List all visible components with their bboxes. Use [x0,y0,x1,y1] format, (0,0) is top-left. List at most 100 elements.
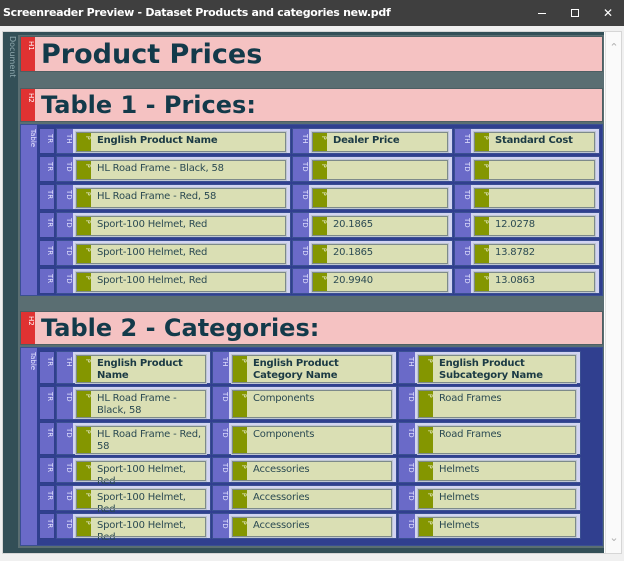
paragraph-node[interactable]: P HL Road Frame - Red, 58 [75,187,287,209]
paragraph-node[interactable]: P 13.8782 [473,243,596,265]
paragraph-node[interactable]: P 20.1865 [311,215,449,237]
tr-tag: TR [39,240,55,266]
tr-tag: TR [39,457,55,483]
th-tag: TH [399,352,415,383]
td-tag: TD [57,458,73,482]
table-header-cell: TH P English Product Name [56,128,291,154]
scroll-down-icon[interactable]: ⌄ [608,532,620,544]
paragraph-node[interactable]: P English Product Name [75,131,287,153]
cell-text: Helmets [439,464,480,475]
td-tag: TD [399,514,415,538]
paragraph-node[interactable]: P 12.0278 [473,215,596,237]
p-tag: P [313,161,327,179]
table-cell: TD P Accessories [212,513,397,539]
h1-tag: H1 [21,37,35,71]
td-tag: TD [57,213,73,237]
paragraph-node[interactable]: P Road Frames [417,425,577,455]
paragraph-node[interactable]: P Sport-100 Helmet, Red [75,271,287,293]
cell-text: HL Road Frame - Black, 58 [97,393,177,416]
p-tag: P [233,490,247,508]
cell-text: Helmets [439,492,480,503]
paragraph-node[interactable]: P [311,159,449,181]
cell-text: Helmets [439,520,480,531]
td-tag: TD [293,269,309,293]
table-row: TR TD P Sport-100 Helmet, Red TD P 20.1865 TD P 1… [39,239,600,267]
paragraph-node[interactable]: P HL Road Frame - Black, 58 [75,389,207,419]
paragraph-node[interactable]: P Components [231,389,393,419]
paragraph-node[interactable]: P English Product Subcategory Name [417,354,577,384]
close-button[interactable]: ✕ [590,0,624,26]
cell-text [493,161,594,165]
paragraph-node[interactable]: P [311,187,449,209]
td-tag: TD [293,213,309,237]
cell-text: 13.8782 [495,247,535,258]
p-tag: P [77,356,91,382]
paragraph-node[interactable]: P Road Frames [417,389,577,419]
cell-text [331,189,447,193]
page-title: Product Prices [41,39,263,70]
td-tag: TD [293,185,309,209]
document-node: Document H1 Product Prices H2 Table 1 - … [3,32,604,553]
paragraph-node[interactable]: P Standard Cost [473,131,596,153]
paragraph-node[interactable]: P Dealer Price [311,131,449,153]
td-tag: TD [213,514,229,538]
td-tag: TD [57,514,73,538]
td-tag: TD [213,458,229,482]
table-cell: TD P Helmets [398,485,581,511]
p-tag: P [77,161,91,179]
table-cell: TD P Helmets [398,513,581,539]
table1-heading: Table 1 - Prices: [41,91,256,119]
p-tag: P [419,391,433,417]
paragraph-node[interactable]: P Sport-100 Helmet, Red [75,215,287,237]
vertical-scrollbar[interactable]: ⌃ ⌄ [605,32,621,553]
table-cell: TD P [454,156,600,182]
table-cell: TD P Sport-100 Helmet, Red [56,240,291,266]
paragraph-node[interactable]: P 13.0863 [473,271,596,293]
cell-text: 13.0863 [495,275,535,286]
paragraph-node[interactable]: P Accessories [231,460,393,482]
cell-text: Components [253,393,315,404]
cell-text [331,161,447,165]
close-icon: ✕ [602,6,614,20]
column-header-text: Standard Cost [495,135,573,146]
paragraph-node[interactable]: P Helmets [417,488,577,510]
paragraph-node[interactable]: P English Product Category Name [231,354,393,384]
paragraph-node[interactable]: P Sport-100 Helmet, Red [75,243,287,265]
table-cell: TD P Road Frames [398,422,581,455]
table-cell: TD P 20.9940 [292,268,453,294]
p-tag: P [475,161,489,179]
table-cell: TD P 20.1865 [292,240,453,266]
paragraph-node[interactable]: P Components [231,425,393,455]
paragraph-node[interactable]: P Helmets [417,516,577,538]
cell-text [493,189,594,193]
paragraph-node[interactable]: P 20.9940 [311,271,449,293]
paragraph-node[interactable]: P Accessories [231,488,393,510]
p-tag: P [475,217,489,235]
paragraph-node[interactable]: P [473,187,596,209]
paragraph-node[interactable]: P English Product Name [75,354,207,384]
paragraph-node[interactable]: P 20.1865 [311,243,449,265]
table-cell: TD P Components [212,422,397,455]
column-header-text: English Product Subcategory Name [439,358,543,381]
scroll-up-icon[interactable]: ⌃ [608,42,620,54]
td-tag: TD [399,486,415,510]
table-cell: TD P 20.1865 [292,212,453,238]
paragraph-node[interactable]: P Sport-100 Helmet, Red [75,488,207,515]
table-header-cell: TH P Dealer Price [292,128,453,154]
minimize-button[interactable] [524,0,560,26]
paragraph-node[interactable]: P HL Road Frame - Black, 58 [75,159,287,181]
tr-tag: TR [39,422,55,455]
paragraph-node[interactable]: P Sport-100 Helmet, Red [75,460,207,487]
tr-tag: TR [39,513,55,539]
paragraph-node[interactable]: P Helmets [417,460,577,482]
table-cell: TD P [454,184,600,210]
paragraph-node[interactable]: P HL Road Frame - Red, 58 [75,425,207,455]
cell-text: HL Road Frame - Black, 58 [97,163,224,174]
maximize-button[interactable] [557,0,593,26]
paragraph-node[interactable]: P [473,159,596,181]
paragraph-node[interactable]: P Accessories [231,516,393,538]
cell-text: Road Frames [439,393,502,404]
table-header-cell: TH P English Product Name [56,351,211,384]
paragraph-node[interactable]: P Sport-100 Helmet, Red [75,516,207,543]
p-tag: P [77,189,91,207]
